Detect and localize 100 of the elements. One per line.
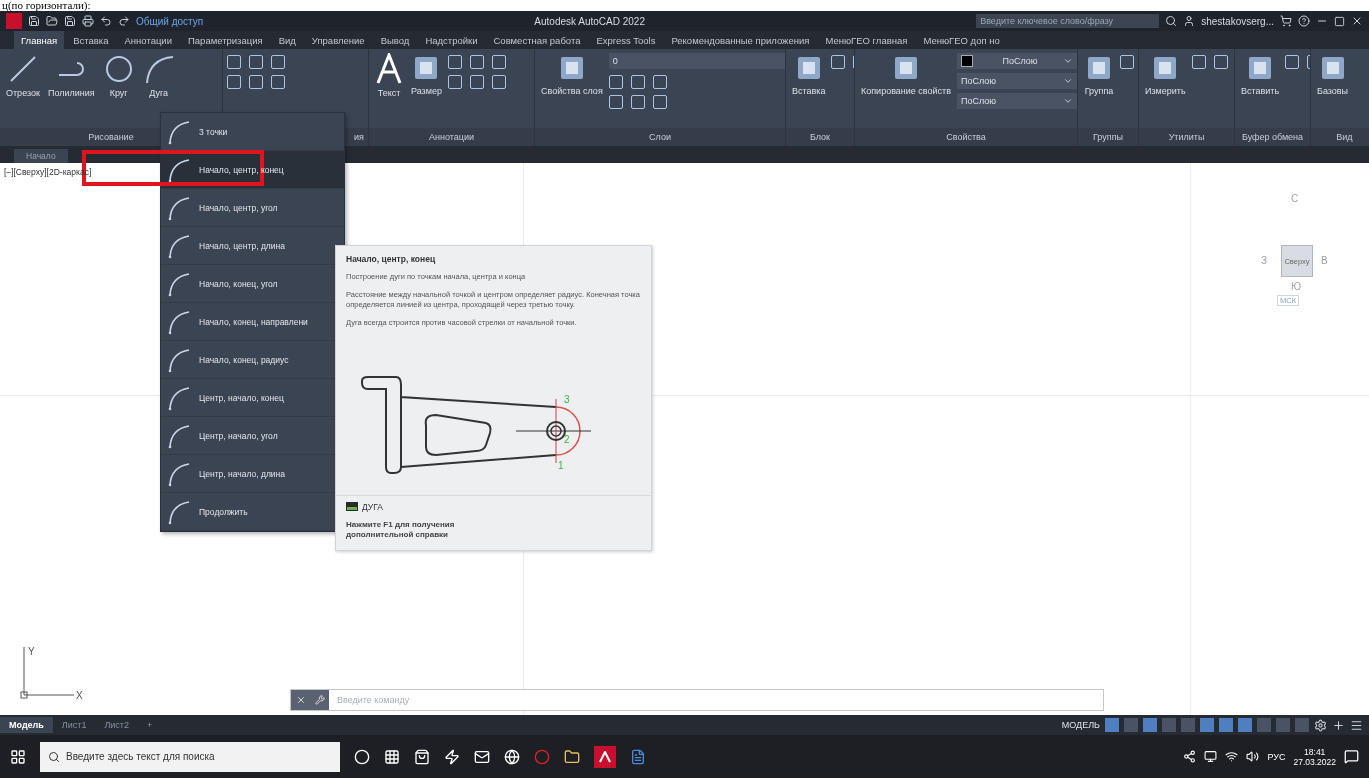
ribbon-tool-button[interactable]: Копирование свойств [859, 53, 953, 96]
small-tool-icon[interactable] [271, 55, 285, 69]
small-tool-icon[interactable] [249, 55, 263, 69]
ribbon-tab[interactable]: Надстройки [418, 31, 485, 49]
property-dropdown[interactable]: ПоСлою [956, 93, 1077, 109]
toolbar-icon[interactable] [64, 15, 76, 27]
small-tool-icon[interactable] [447, 55, 462, 69]
cart-icon[interactable] [1280, 15, 1292, 27]
dropdown-caret-icon[interactable] [1062, 56, 1073, 66]
small-tool-icon[interactable] [1120, 55, 1134, 69]
toolbar-icon[interactable] [100, 15, 112, 27]
mail-icon[interactable] [474, 748, 490, 765]
layout-tab[interactable]: Модель [0, 717, 53, 733]
status-toggle-icon[interactable] [1276, 718, 1290, 732]
ribbon-tool-button[interactable]: Измерить [1143, 53, 1188, 96]
cortana-icon[interactable] [354, 748, 370, 765]
toolbar-icon[interactable] [118, 15, 130, 27]
monitor-icon[interactable] [1204, 750, 1218, 763]
file-tab[interactable]: Начало [14, 149, 68, 163]
search-field[interactable]: Введите ключевое слово/фразу [976, 14, 1160, 28]
status-toggle-icon[interactable] [1238, 718, 1252, 732]
layout-tab[interactable]: + [138, 717, 162, 733]
layer-tool-icon[interactable] [630, 75, 645, 89]
ribbon-tab[interactable]: Главная [14, 31, 65, 49]
status-toggle-icon[interactable] [1124, 718, 1138, 732]
panel-title[interactable]: Группы [1078, 128, 1138, 146]
model-space-toggle[interactable]: МОДЕЛЬ [1061, 720, 1100, 730]
toolbar-icon[interactable] [82, 15, 94, 27]
user-name[interactable]: shestakovserg... [1201, 15, 1274, 27]
small-tool-icon[interactable] [469, 75, 484, 89]
small-tool-icon[interactable] [831, 55, 846, 69]
small-tool-icon[interactable] [249, 75, 263, 89]
ribbon-tab[interactable]: Вывод [373, 31, 417, 49]
menu-icon[interactable] [1350, 718, 1363, 732]
small-tool-icon[interactable] [491, 75, 506, 89]
layer-tool-icon[interactable] [608, 75, 623, 89]
app-taskbar-icon[interactable] [594, 745, 616, 768]
layer-tool-icon[interactable] [652, 95, 667, 109]
small-tool-icon[interactable] [227, 75, 241, 89]
menu-item[interactable]: Начало, центр, угол [161, 189, 344, 227]
small-tool-icon[interactable] [271, 75, 285, 89]
small-tool-icon[interactable] [1191, 55, 1206, 69]
status-toggle-icon[interactable] [1143, 718, 1157, 732]
ribbon-tab[interactable]: Совместная работа [486, 31, 588, 49]
ribbon-tool-button[interactable]: Дуга [140, 53, 177, 98]
ribbon-tool-button[interactable]: Полилиния [45, 53, 97, 98]
task-view-icon[interactable] [384, 748, 400, 765]
panel-title[interactable]: Блок [786, 128, 854, 146]
ribbon-tool-button[interactable]: Вставить [1239, 53, 1282, 96]
toolbar-icon[interactable] [46, 15, 58, 27]
ring-icon[interactable] [534, 748, 550, 765]
ribbon-tool-button[interactable]: Круг [100, 53, 137, 98]
small-tool-icon[interactable] [1213, 55, 1228, 69]
panel-title[interactable]: Утилиты [1139, 128, 1234, 146]
ribbon-tab[interactable]: Управление [304, 31, 372, 49]
layout-tab[interactable]: Лист2 [95, 717, 138, 733]
ribbon-tab[interactable]: Параметризация [181, 31, 270, 49]
small-tool-icon[interactable] [491, 55, 506, 69]
panel-title[interactable]: Вид [1311, 128, 1369, 146]
small-tool-icon[interactable] [447, 75, 462, 89]
ribbon-tab[interactable]: Аннотации [117, 31, 179, 49]
property-dropdown[interactable]: ПоСлою [956, 53, 1077, 69]
small-tool-icon[interactable] [227, 55, 241, 69]
folder-icon[interactable] [564, 748, 580, 765]
share-link[interactable]: Общий доступ [136, 15, 204, 27]
panel-title[interactable]: Буфер обмена [1235, 128, 1310, 146]
layer-tool-icon[interactable] [652, 75, 667, 89]
search-icon[interactable] [1165, 15, 1178, 27]
speaker-icon[interactable] [1246, 750, 1260, 763]
ribbon-tool-button[interactable]: Базовы [1315, 53, 1351, 96]
panel-title[interactable]: Аннотации [369, 128, 534, 146]
layer-tool-icon[interactable] [608, 95, 623, 109]
dropdown-caret-icon[interactable] [1062, 96, 1073, 106]
lightning-icon[interactable] [444, 748, 460, 765]
ribbon-tab[interactable]: МенюГЕО главная [818, 31, 915, 49]
ribbon-tab[interactable]: Вид [271, 31, 303, 49]
ribbon-tab[interactable]: Вставка [66, 31, 116, 49]
layer-tool-icon[interactable] [630, 95, 645, 109]
ribbon-tool-button[interactable]: Размер [409, 53, 444, 96]
start-icon[interactable] [10, 748, 26, 765]
layout-tab[interactable]: Лист1 [52, 717, 96, 733]
document-icon[interactable] [630, 748, 646, 765]
settings-icon[interactable] [1314, 718, 1327, 732]
help-icon[interactable] [1298, 15, 1310, 27]
layer-dropdown[interactable]: 0 [608, 53, 785, 69]
status-toggle-icon[interactable] [1219, 718, 1233, 732]
small-tool-icon[interactable] [1285, 55, 1300, 69]
plus-icon[interactable] [1332, 718, 1345, 732]
toolbar-icon[interactable] [28, 15, 40, 27]
status-toggle-icon[interactable] [1257, 718, 1271, 732]
clock[interactable]: 18:41 27.03.2022 [1293, 746, 1336, 767]
status-toggle-icon[interactable] [1105, 718, 1119, 732]
close-icon[interactable] [1351, 15, 1363, 27]
ribbon-tool-button[interactable]: Свойства слоя [539, 53, 605, 96]
network-icon[interactable] [1183, 750, 1197, 763]
status-toggle-icon[interactable] [1162, 718, 1176, 732]
language-indicator[interactable]: РУС [1267, 751, 1286, 762]
ribbon-tool-button[interactable]: Текст [373, 53, 405, 98]
browser-icon[interactable] [504, 748, 520, 765]
status-toggle-icon[interactable] [1200, 718, 1214, 732]
